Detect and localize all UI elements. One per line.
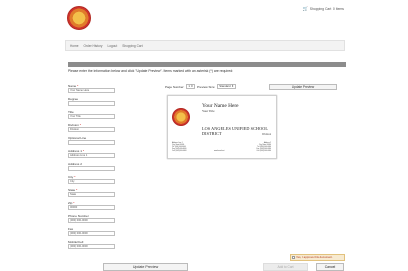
title-input[interactable]: Your Title	[68, 114, 115, 119]
name-input[interactable]: Your Name Here	[68, 88, 115, 93]
shopping-cart-link[interactable]: 🛒 Shopping Cart 0 Items	[303, 6, 344, 12]
card-title: Your Title	[202, 109, 215, 113]
degree-input[interactable]	[68, 101, 115, 106]
field-address-2: Address 2	[68, 162, 116, 171]
nav-home[interactable]: Home	[70, 44, 79, 48]
division-input[interactable]: Division	[68, 127, 115, 132]
mobile-input[interactable]: (000) 000-0000	[68, 244, 115, 249]
card-division: Division	[262, 133, 271, 136]
field-address-1: Address 1 * Address Line 1	[68, 149, 116, 158]
zip-input[interactable]: 00000	[68, 205, 115, 210]
field-name: Name * Your Name Here	[68, 84, 116, 93]
address-2-input[interactable]	[68, 166, 115, 171]
add-to-cart-button[interactable]: Add to Cart	[263, 263, 308, 271]
card-form: Name * Your Name Here Degree Title Your …	[68, 84, 116, 253]
field-degree: Degree	[68, 97, 116, 106]
field-phone: Phone Number (000) 000-0000	[68, 214, 116, 223]
cart-label: Shopping Cart	[309, 7, 332, 11]
field-city: City * City	[68, 175, 116, 184]
update-preview-button-bottom[interactable]: Update Preview	[103, 263, 188, 271]
optional-line-input[interactable]	[68, 140, 115, 145]
phone-input[interactable]: (000) 000-0000	[68, 218, 115, 223]
fax-input[interactable]: (000) 000-0000	[68, 231, 115, 236]
business-card-preview: Your Name Here Your Title LOS ANGELES UN…	[167, 95, 277, 159]
district-seal-icon	[172, 108, 190, 126]
cart-count: 0 Items	[332, 7, 344, 11]
district-seal-icon[interactable]	[67, 6, 91, 30]
field-title: Title Your Title	[68, 110, 116, 119]
state-input[interactable]: State	[68, 192, 115, 197]
preview-controls: Page Number: 1 ⇕ Preview Size: Standard …	[165, 84, 236, 89]
approve-checkbox[interactable]: Yes, I approve this document.	[290, 254, 345, 261]
page: 🛒 Shopping Cart 0 Items Home Order Histo…	[60, 0, 350, 271]
field-mobile: Mobile/Cell (000) 000-0000	[68, 240, 116, 249]
field-division: Division * Division	[68, 123, 116, 132]
card-right-contact: Address 2 City, State 00000 Tel: (000) 0…	[256, 143, 271, 152]
update-preview-button[interactable]: Update Preview	[269, 84, 337, 90]
field-zip: Zip * 00000	[68, 201, 116, 210]
nav-order-history[interactable]: Order History	[84, 44, 103, 48]
field-optional-line: Optional Line	[68, 136, 116, 145]
checkbox-icon[interactable]	[292, 255, 295, 259]
nav-shopping-cart[interactable]: Shopping Cart	[122, 44, 142, 48]
field-state: State * State	[68, 188, 116, 197]
approve-label: Yes, I approve this document.	[296, 255, 333, 259]
instructions-text: Please enter the information below and c…	[68, 69, 234, 73]
field-fax: Fax (000) 000-0000	[68, 227, 116, 236]
preview-size-select[interactable]: Standard ⇕	[217, 84, 236, 89]
cancel-button[interactable]: Cancel	[316, 263, 344, 271]
nav-logout[interactable]: Logout	[107, 44, 117, 48]
shopping-cart-icon: 🛒	[302, 6, 309, 11]
main-nav: Home Order History Logout Shopping Cart	[65, 40, 345, 51]
preview-size-label: Preview Size:	[197, 84, 216, 89]
section-divider	[68, 62, 346, 67]
city-input[interactable]: City	[68, 179, 115, 184]
card-left-contact: Address Line 1 City, State 00000 Tel: (0…	[172, 143, 187, 152]
card-website: www.lausd.net	[214, 151, 225, 152]
page-number-label: Page Number:	[165, 84, 185, 89]
address-1-input[interactable]: Address Line 1	[68, 153, 115, 158]
page-number-select[interactable]: 1 ⇕	[186, 84, 196, 89]
